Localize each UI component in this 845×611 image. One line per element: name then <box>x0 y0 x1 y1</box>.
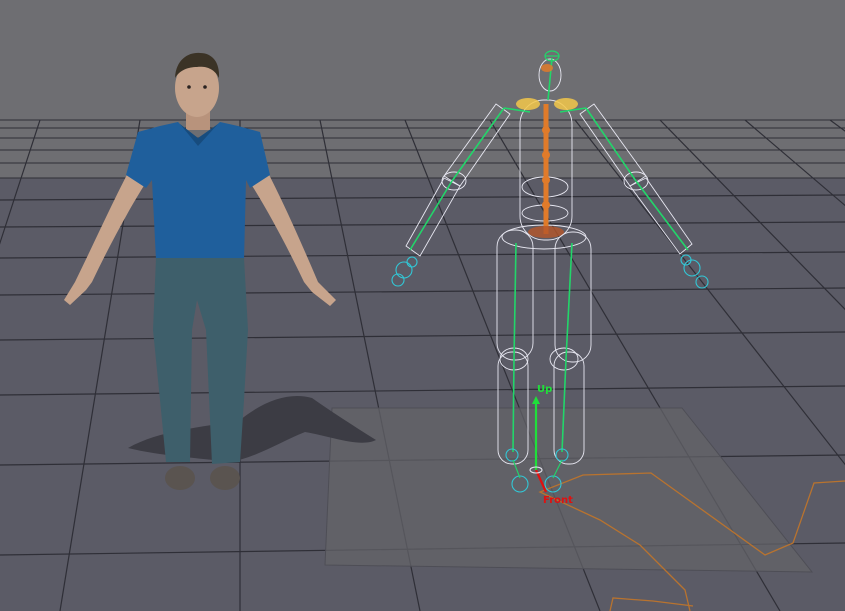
front-axis-label: Front <box>543 495 573 506</box>
character-eye <box>203 85 207 89</box>
up-axis-label: Up <box>537 384 553 395</box>
character-left-shoe <box>165 466 195 490</box>
3d-viewport[interactable]: Up Front <box>0 0 845 611</box>
character-right-shoe <box>210 466 240 490</box>
character-eye <box>187 85 191 89</box>
scene-canvas[interactable] <box>0 0 845 611</box>
